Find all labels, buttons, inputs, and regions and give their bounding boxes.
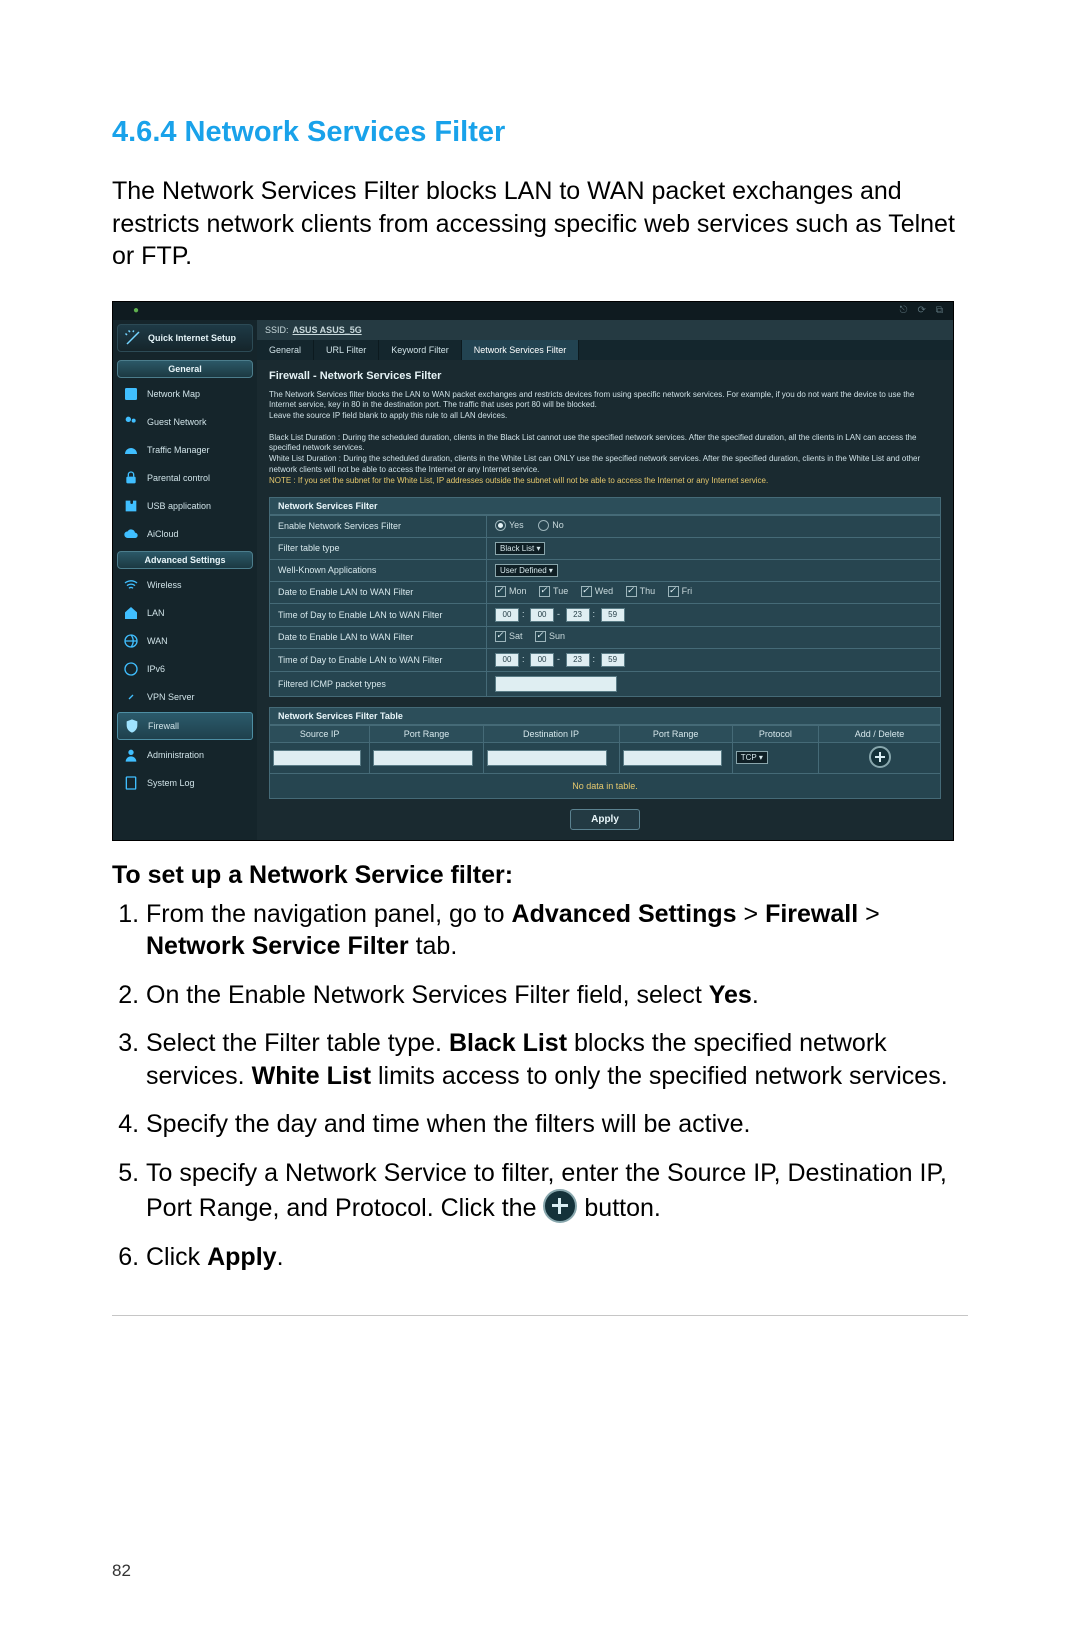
protocol-select[interactable]: TCP [736, 751, 768, 764]
step-4: Specify the day and time when the filter… [146, 1108, 968, 1141]
chk-thu[interactable]: Thu [626, 586, 656, 597]
no-data-row: No data in table. [270, 773, 941, 798]
t2-start-mm[interactable]: 00 [530, 653, 554, 667]
step-1: From the navigation panel, go to Advance… [146, 898, 968, 963]
globe-icon [123, 633, 139, 649]
document-page: 4.6.4 Network Services Filter The Networ… [0, 0, 1080, 1627]
nav-ipv6[interactable]: IPv6 [117, 656, 253, 682]
chk-tue[interactable]: Tue [539, 586, 568, 597]
nav-wan[interactable]: WAN [117, 628, 253, 654]
quick-internet-setup[interactable]: Quick Internet Setup [117, 324, 253, 352]
nav-system-log[interactable]: System Log [117, 770, 253, 796]
shield-icon [124, 718, 140, 734]
nav-guest-network[interactable]: Guest Network [117, 409, 253, 435]
tab-keyword-filter[interactable]: Keyword Filter [379, 340, 462, 360]
step-6: Click Apply. [146, 1241, 968, 1274]
wand-icon [124, 329, 142, 347]
well-known-apps-select[interactable]: User Defined [495, 564, 558, 577]
nav-traffic-manager[interactable]: Traffic Manager [117, 437, 253, 463]
weekday-checkboxes: Mon Tue Wed Thu Fri [487, 581, 941, 603]
step-5: To specify a Network Service to filter, … [146, 1157, 968, 1225]
nav-administration[interactable]: Administration [117, 742, 253, 768]
users-icon [123, 414, 139, 430]
nav-vpn-server[interactable]: VPN Server [117, 684, 253, 710]
nav-firewall[interactable]: Firewall [117, 712, 253, 740]
t1-end-mm[interactable]: 59 [601, 608, 625, 622]
cloud-icon [123, 526, 139, 542]
enable-yes-radio[interactable]: Yes [495, 520, 524, 531]
table-input-row: TCP [270, 742, 941, 773]
puzzle-icon [123, 498, 139, 514]
lock-icon [123, 470, 139, 486]
chk-wed[interactable]: Wed [581, 586, 613, 597]
tab-network-services-filter[interactable]: Network Services Filter [462, 340, 580, 360]
tab-bar: General URL Filter Keyword Filter Networ… [257, 340, 953, 360]
link-icon [123, 689, 139, 705]
nav-aicloud[interactable]: AiCloud [117, 521, 253, 547]
icmp-input[interactable] [495, 676, 617, 692]
nav-usb-application[interactable]: USB application [117, 493, 253, 519]
nav-network-map[interactable]: Network Map [117, 381, 253, 407]
filter-table-type-select[interactable]: Black List [495, 542, 545, 555]
main-panel: SSID:ASUS ASUS_5G General URL Filter Key… [257, 320, 953, 840]
nav-wireless[interactable]: Wireless [117, 572, 253, 598]
wifi-icon [123, 577, 139, 593]
add-icon [543, 1189, 577, 1223]
add-row-button[interactable] [869, 746, 891, 768]
log-icon [123, 775, 139, 791]
tab-url-filter[interactable]: URL Filter [314, 340, 379, 360]
section-filter-table: Network Services Filter Table [269, 707, 941, 725]
chk-mon[interactable]: Mon [495, 586, 527, 597]
t1-start-hh[interactable]: 00 [495, 608, 519, 622]
source-ip-input[interactable] [273, 750, 361, 766]
section-heading: 4.6.4 Network Services Filter [112, 116, 968, 149]
nav-parental-control[interactable]: Parental control [117, 465, 253, 491]
top-status-bar: ●⎋⟳⧉ [113, 302, 953, 320]
panel-description: The Network Services filter blocks the L… [269, 390, 941, 487]
page-number: 82 [112, 1561, 131, 1581]
nav-lan[interactable]: LAN [117, 600, 253, 626]
footer-rule [112, 1315, 968, 1316]
enable-no-radio[interactable]: No [538, 520, 564, 531]
t2-start-hh[interactable]: 00 [495, 653, 519, 667]
chk-sat[interactable]: Sat [495, 631, 523, 642]
home-icon [123, 605, 139, 621]
group-general: General [117, 360, 253, 378]
globe-icon [123, 661, 139, 677]
router-screenshot: ●⎋⟳⧉ Quick Internet Setup General Networ… [112, 301, 954, 841]
section-filter-settings: Network Services Filter [269, 497, 941, 515]
ssid-bar: SSID:ASUS ASUS_5G [257, 320, 953, 340]
step-3: Select the Filter table type. Black List… [146, 1027, 968, 1092]
t1-start-mm[interactable]: 00 [530, 608, 554, 622]
apply-button[interactable]: Apply [570, 809, 640, 830]
filter-settings-table: Enable Network Services Filter Yes No Fi… [269, 515, 941, 697]
t2-end-mm[interactable]: 59 [601, 653, 625, 667]
step-2: On the Enable Network Services Filter fi… [146, 979, 968, 1012]
group-advanced: Advanced Settings [117, 551, 253, 569]
nav-sidebar: Quick Internet Setup General Network Map… [113, 320, 257, 840]
dst-port-range-input[interactable] [623, 750, 723, 766]
panel-title: Firewall - Network Services Filter [269, 370, 941, 382]
steps-list: From the navigation panel, go to Advance… [112, 898, 968, 1274]
chk-fri[interactable]: Fri [668, 586, 693, 597]
dest-ip-input[interactable] [487, 750, 608, 766]
intro-paragraph: The Network Services Filter blocks LAN t… [112, 175, 968, 273]
map-icon [123, 386, 139, 402]
ssid-value: ASUS ASUS_5G [293, 325, 362, 335]
tab-general[interactable]: General [257, 340, 314, 360]
src-port-range-input[interactable] [373, 750, 473, 766]
steps-heading: To set up a Network Service filter: [112, 861, 968, 890]
filter-table: Source IPPort Range Destination IPPort R… [269, 725, 941, 799]
t1-end-hh[interactable]: 23 [566, 608, 590, 622]
t2-end-hh[interactable]: 23 [566, 653, 590, 667]
chk-sun[interactable]: Sun [535, 631, 565, 642]
gauge-icon [123, 442, 139, 458]
user-icon [123, 747, 139, 763]
